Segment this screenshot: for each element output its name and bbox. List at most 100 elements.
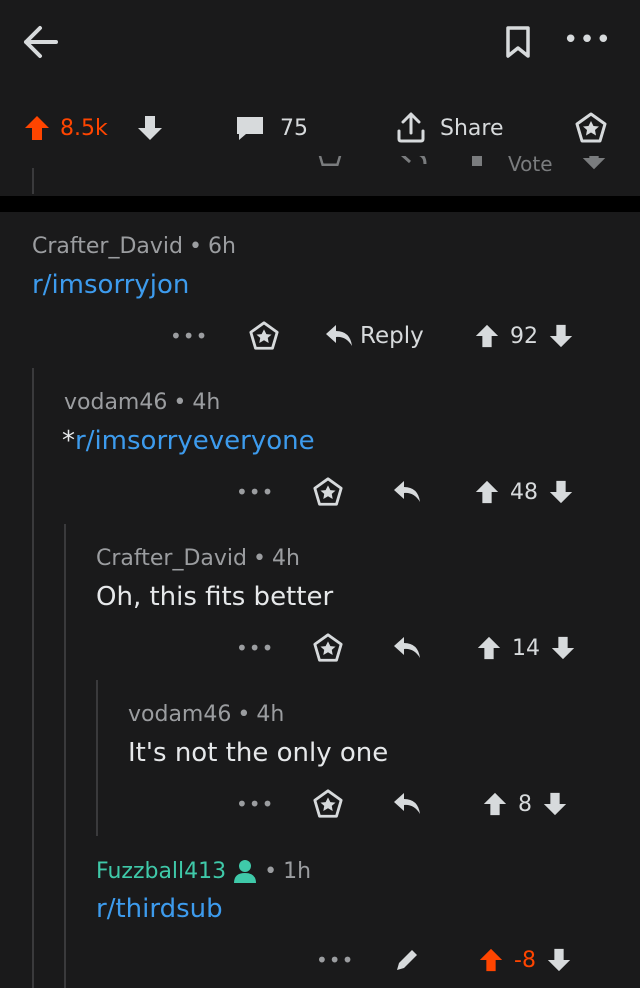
subreddit-link[interactable]: r/imsorryeveryone xyxy=(75,426,315,456)
arrow-down-icon xyxy=(582,156,606,170)
award-button[interactable] xyxy=(574,100,608,156)
subreddit-link[interactable]: r/imsorryjon xyxy=(32,270,189,300)
upvote-button[interactable] xyxy=(482,790,508,818)
reply-button[interactable] xyxy=(392,470,422,514)
downvote-button[interactable] xyxy=(546,946,572,974)
share-button[interactable]: Share xyxy=(394,100,504,156)
vote-stub xyxy=(472,156,482,166)
downvote-button[interactable] xyxy=(542,790,568,818)
vote-text: Vote xyxy=(508,156,553,176)
reply-button[interactable]: Reply xyxy=(324,314,424,358)
reply-button[interactable] xyxy=(392,626,422,670)
more-options-button[interactable]: ••• xyxy=(170,324,208,348)
subreddit-link[interactable]: r/thirdsub xyxy=(96,894,223,924)
upvote-button[interactable] xyxy=(476,634,502,662)
reply-icon xyxy=(394,637,420,658)
thread-line xyxy=(32,168,34,194)
downvote-button[interactable] xyxy=(550,634,576,662)
thread-line-level-1[interactable] xyxy=(32,368,34,988)
more-options-button[interactable]: ••• xyxy=(236,636,274,660)
section-divider xyxy=(0,196,640,212)
thread-line-level-3[interactable] xyxy=(96,680,98,836)
downvote-button[interactable] xyxy=(548,478,574,506)
previous-comment-actions: Vote xyxy=(0,156,640,178)
comment-author[interactable]: Crafter_David xyxy=(96,546,247,571)
comment-body: *r/imsorryeveryone xyxy=(62,426,315,456)
reply-icon xyxy=(400,156,427,165)
comment-meta: vodam46 • 4h xyxy=(128,702,285,727)
upvote-button[interactable] xyxy=(474,478,500,506)
downvote-button[interactable] xyxy=(136,100,164,156)
arrow-up-icon xyxy=(25,116,49,140)
comment-actions: ••• xyxy=(316,938,354,982)
more-options-button[interactable]: ••• xyxy=(563,20,611,60)
comment-meta: Crafter_David • 4h xyxy=(96,546,300,571)
award-icon xyxy=(318,156,342,166)
comment-actions: ••• xyxy=(236,470,274,514)
comment-age: 6h xyxy=(207,234,236,259)
post-score: 8.5k xyxy=(60,115,108,141)
reply-button[interactable] xyxy=(392,782,422,826)
award-icon xyxy=(313,477,343,506)
back-button[interactable] xyxy=(20,22,60,62)
comment-body: r/thirdsub xyxy=(96,894,223,924)
comment-bubble-icon xyxy=(237,117,263,140)
comment-author[interactable]: Crafter_David xyxy=(32,234,183,259)
reply-label: Reply xyxy=(360,323,424,349)
more-options-button[interactable]: ••• xyxy=(236,480,274,504)
comment-vote: 8 xyxy=(482,782,568,826)
award-button[interactable] xyxy=(312,626,344,670)
comment-author[interactable]: vodam46 xyxy=(64,390,167,415)
comment-score: 92 xyxy=(510,323,538,349)
award-button[interactable] xyxy=(248,314,280,358)
comment-author[interactable]: Fuzzball413 xyxy=(96,859,226,884)
thread-line-level-2[interactable] xyxy=(64,524,66,988)
comment-meta: Fuzzball413 • 1h xyxy=(96,858,312,884)
comment-body: Oh, this fits better xyxy=(96,582,334,612)
award-icon xyxy=(313,633,343,662)
comment-actions: ••• xyxy=(170,314,208,358)
comment-vote: 14 xyxy=(476,626,576,670)
award-button[interactable] xyxy=(312,782,344,826)
save-post-button[interactable] xyxy=(500,24,536,60)
user-icon xyxy=(234,860,257,883)
downvote-button[interactable] xyxy=(548,322,574,350)
arrow-left-icon xyxy=(24,26,58,58)
reply-icon xyxy=(326,325,352,346)
award-icon xyxy=(249,321,279,350)
comment-author[interactable]: vodam46 xyxy=(128,702,231,727)
award-icon xyxy=(575,112,607,143)
bookmark-icon xyxy=(506,26,530,58)
comment-actions: ••• xyxy=(236,782,274,826)
comment-score: 8 xyxy=(518,791,532,817)
comment-age: 1h xyxy=(283,858,312,884)
post-action-bar: 8.5k 75 Share xyxy=(0,100,640,156)
comment-age: 4h xyxy=(192,390,221,415)
comment-score: -8 xyxy=(514,947,536,973)
comment-count: 75 xyxy=(280,115,308,141)
more-options-button[interactable]: ••• xyxy=(236,792,274,816)
upvote-button[interactable] xyxy=(22,113,52,143)
comment-vote: -8 xyxy=(478,938,572,982)
comment-meta: Crafter_David • 6h xyxy=(32,234,236,259)
edit-button[interactable] xyxy=(392,938,422,982)
comment-vote: 92 xyxy=(474,314,574,358)
comment-meta: vodam46 • 4h xyxy=(64,390,221,415)
comments-button[interactable]: 75 xyxy=(234,100,308,156)
share-label: Share xyxy=(440,115,504,141)
comment-age: 4h xyxy=(256,702,285,727)
award-button[interactable] xyxy=(312,470,344,514)
award-icon xyxy=(313,789,343,818)
share-icon xyxy=(397,112,425,143)
comment-vote: 48 xyxy=(474,470,574,514)
comment-body: r/imsorryjon xyxy=(32,270,189,300)
comment-body: It's not the only one xyxy=(128,738,389,768)
upvote-button[interactable] xyxy=(478,946,504,974)
upvote-button[interactable] xyxy=(474,322,500,350)
more-options-button[interactable]: ••• xyxy=(316,948,354,972)
comment-age: 4h xyxy=(271,546,300,571)
post-upvote-group: 8.5k xyxy=(22,100,108,156)
comment-actions: ••• xyxy=(236,626,274,670)
comment-score: 48 xyxy=(510,479,538,505)
reply-icon xyxy=(394,481,420,502)
